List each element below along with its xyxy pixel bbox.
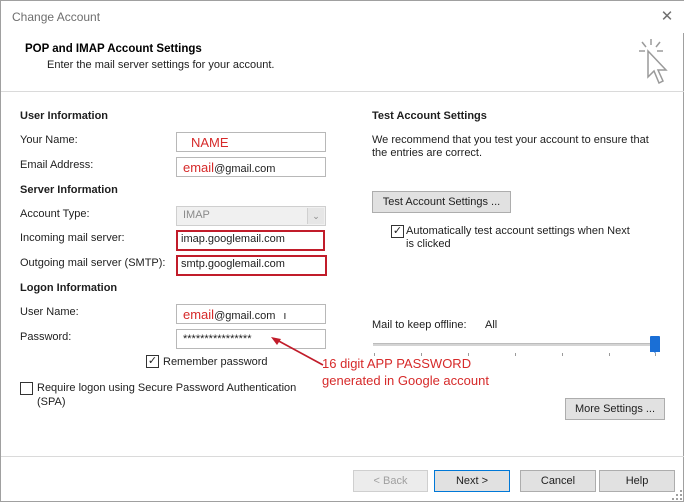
cancel-button[interactable]: Cancel (520, 470, 596, 492)
annotation-arrow (271, 337, 324, 366)
slider-tick (468, 353, 469, 356)
annotation-line1: 16 digit APP PASSWORD (322, 356, 472, 371)
account-type-label: Account Type: (20, 208, 90, 220)
remember-password-checkbox[interactable]: ✓ (146, 355, 159, 368)
slider-tick (374, 353, 375, 356)
account-type-select: IMAP ⌄ (176, 206, 326, 226)
password-label: Password: (20, 331, 72, 343)
incoming-server-field[interactable]: imap.googlemail.com (176, 230, 325, 251)
mail-offline-value: All (485, 319, 498, 331)
chevron-down-icon: ⌄ (307, 208, 324, 224)
cursor-sparkle-icon (639, 39, 668, 85)
header-divider (1, 91, 684, 92)
slider-tick (655, 353, 656, 356)
your-name-field[interactable]: NAME (176, 132, 326, 152)
slider-tick (609, 353, 610, 356)
change-account-dialog: Change Account ✕ POP and IMAP Account Se… (0, 0, 684, 502)
back-button[interactable]: < Back (353, 470, 428, 492)
slider-tick (562, 353, 563, 356)
mail-offline-label: Mail to keep offline: (372, 319, 467, 331)
slider-tick (515, 353, 516, 356)
mail-offline-slider-thumb[interactable] (650, 336, 660, 353)
slider-tick (421, 353, 422, 356)
window-title: Change Account (12, 10, 101, 24)
mail-offline-slider-track[interactable] (373, 343, 658, 346)
test-settings-heading: Test Account Settings (372, 110, 487, 122)
logon-info-heading: Logon Information (20, 282, 118, 294)
page-title: POP and IMAP Account Settings (25, 43, 202, 55)
test-settings-desc-line1: We recommend that you test your account … (372, 134, 649, 146)
spa-checkbox[interactable] (20, 382, 33, 395)
email-address-field[interactable]: email@gmail.com (176, 157, 326, 177)
outgoing-server-field[interactable]: smtp.googlemail.com (176, 255, 327, 276)
footer-divider (1, 456, 684, 457)
more-settings-button[interactable]: More Settings ... (565, 398, 665, 420)
test-account-settings-button[interactable]: Test Account Settings ... (372, 191, 511, 213)
close-icon[interactable]: ✕ (657, 7, 677, 27)
user-name-field[interactable]: email@gmail.com ı (176, 304, 326, 324)
auto-test-label-line1: Automatically test account settings when… (406, 225, 630, 237)
server-info-heading: Server Information (20, 184, 118, 196)
next-button[interactable]: Next > (434, 470, 510, 492)
page-subtitle: Enter the mail server settings for your … (47, 59, 275, 71)
user-info-heading: User Information (20, 110, 109, 122)
test-settings-desc-line2: the entries are correct. (372, 147, 483, 159)
incoming-server-label: Incoming mail server: (20, 232, 125, 244)
spa-label-line1: Require logon using Secure Password Auth… (37, 382, 297, 394)
help-button[interactable]: Help (599, 470, 675, 492)
outgoing-server-label: Outgoing mail server (SMTP): (20, 257, 166, 269)
title-bar: Change Account ✕ (1, 1, 684, 33)
spa-label-line2: (SPA) (37, 396, 66, 408)
annotation-line2: generated in Google account (322, 373, 489, 388)
resize-grip-icon[interactable] (671, 489, 683, 501)
auto-test-label-line2: is clicked (406, 238, 451, 250)
user-name-label: User Name: (20, 306, 79, 318)
remember-password-label: Remember password (163, 356, 268, 368)
your-name-label: Your Name: (20, 134, 78, 146)
email-address-label: Email Address: (20, 159, 94, 171)
auto-test-checkbox[interactable]: ✓ (391, 225, 404, 238)
